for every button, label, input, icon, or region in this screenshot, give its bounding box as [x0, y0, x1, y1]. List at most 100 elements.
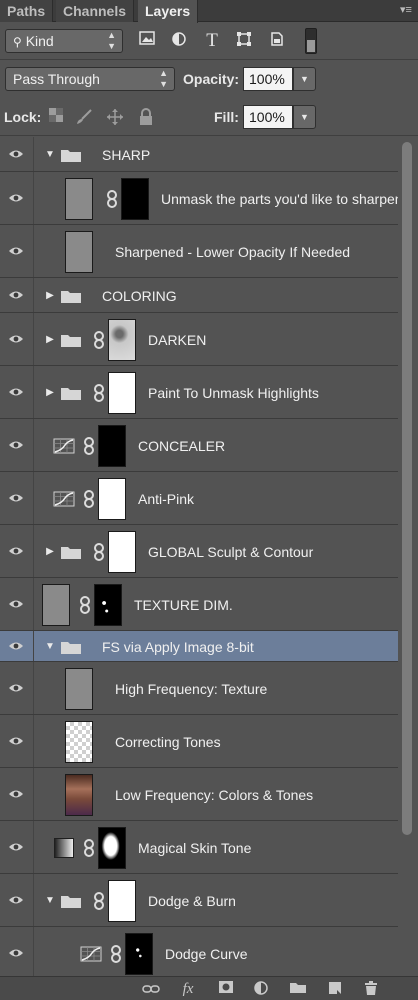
layer-group-row[interactable]: ▶ GLOBAL Sculpt & Contour: [0, 525, 398, 578]
layer-name[interactable]: SHARP: [102, 147, 150, 163]
layer-name[interactable]: Paint To Unmask Highlights: [148, 385, 319, 401]
type-layer-filter-icon[interactable]: T: [201, 31, 223, 51]
layer-mask-thumbnail[interactable]: [98, 424, 126, 467]
chain-link-icon[interactable]: [110, 944, 122, 963]
eye-icon[interactable]: [0, 631, 34, 661]
new-layer-icon[interactable]: [325, 980, 345, 998]
opacity-dropdown-button[interactable]: ▼: [293, 67, 316, 91]
eye-icon[interactable]: [0, 578, 34, 630]
opacity-input[interactable]: 100%: [243, 67, 293, 91]
expand-triangle-icon[interactable]: ▶: [44, 290, 56, 302]
add-mask-icon[interactable]: [216, 980, 236, 998]
expand-triangle-icon[interactable]: ▶: [44, 546, 56, 558]
chain-link-icon[interactable]: [83, 838, 95, 857]
layer-row[interactable]: TEXTURE DIM.: [0, 578, 398, 631]
layer-thumbnail[interactable]: [65, 230, 93, 273]
layer-thumbnail[interactable]: [65, 720, 93, 763]
chain-link-icon[interactable]: [79, 595, 91, 614]
layer-name[interactable]: Anti-Pink: [138, 491, 194, 507]
eye-icon[interactable]: [0, 874, 34, 926]
layer-name[interactable]: Dodge & Burn: [148, 893, 236, 909]
eye-icon[interactable]: [0, 472, 34, 524]
chain-link-icon[interactable]: [83, 489, 95, 508]
layer-row[interactable]: Correcting Tones: [0, 715, 398, 768]
chain-link-icon[interactable]: [93, 542, 105, 561]
fill-dropdown-button[interactable]: ▼: [293, 105, 316, 129]
layer-name[interactable]: Low Frequency: Colors & Tones: [115, 787, 313, 803]
layer-row[interactable]: Sharpened - Lower Opacity If Needed: [0, 225, 398, 278]
adjustment-layer-filter-icon[interactable]: [168, 31, 190, 51]
layer-row[interactable]: Unmask the parts you'd like to sharpen: [0, 172, 398, 225]
layer-group-row[interactable]: ▶ Paint To Unmask Highlights: [0, 366, 398, 419]
eye-icon[interactable]: [0, 768, 34, 820]
eye-icon[interactable]: [0, 715, 34, 767]
layer-mask-thumbnail[interactable]: [98, 477, 126, 520]
smart-object-filter-icon[interactable]: [266, 31, 288, 51]
eye-icon[interactable]: [0, 172, 34, 224]
lock-pixels-brush-icon[interactable]: [75, 108, 93, 126]
eye-icon[interactable]: [0, 225, 34, 277]
layers-scrollbar-thumb[interactable]: [402, 142, 412, 835]
layer-thumbnail[interactable]: [65, 773, 93, 816]
eye-icon[interactable]: [0, 137, 34, 171]
eye-icon[interactable]: [0, 366, 34, 418]
link-layers-icon[interactable]: [141, 980, 161, 998]
layer-row[interactable]: Magical Skin Tone: [0, 821, 398, 874]
layer-mask-thumbnail[interactable]: [108, 530, 136, 573]
layer-name[interactable]: FS via Apply Image 8-bit: [102, 639, 254, 655]
layer-name[interactable]: High Frequency: Texture: [115, 681, 267, 697]
chain-link-icon[interactable]: [93, 383, 105, 402]
layer-mask-thumbnail[interactable]: [94, 583, 122, 626]
layer-row[interactable]: Low Frequency: Colors & Tones: [0, 768, 398, 821]
layer-group-row[interactable]: ▶ COLORING: [0, 278, 398, 313]
expand-triangle-icon[interactable]: ▶: [44, 334, 56, 346]
eye-icon[interactable]: [0, 419, 34, 471]
layer-name[interactable]: DARKEN: [148, 332, 206, 348]
layer-name[interactable]: Magical Skin Tone: [138, 840, 251, 856]
chain-link-icon[interactable]: [93, 330, 105, 349]
layer-name[interactable]: Correcting Tones: [115, 734, 221, 750]
collapse-triangle-icon[interactable]: ▼: [44, 895, 56, 907]
eye-icon[interactable]: [0, 525, 34, 577]
filter-toggle-switch[interactable]: [305, 28, 317, 54]
lock-all-padlock-icon[interactable]: [137, 108, 155, 126]
shape-layer-filter-icon[interactable]: [233, 31, 255, 51]
layer-thumbnail[interactable]: [65, 667, 93, 710]
eye-icon[interactable]: [0, 662, 34, 714]
lock-position-move-icon[interactable]: [106, 108, 124, 126]
layer-name[interactable]: Sharpened - Lower Opacity If Needed: [115, 244, 350, 260]
new-group-folder-icon[interactable]: [288, 980, 308, 998]
layer-mask-thumbnail[interactable]: [121, 177, 149, 220]
eye-icon[interactable]: [0, 821, 34, 873]
layer-row[interactable]: High Frequency: Texture: [0, 662, 398, 715]
fill-input[interactable]: 100%: [243, 105, 293, 129]
collapse-triangle-icon[interactable]: ▼: [44, 149, 56, 161]
layer-name[interactable]: Unmask the parts you'd like to sharpen: [161, 191, 398, 207]
layer-thumbnail[interactable]: [42, 583, 70, 626]
expand-triangle-icon[interactable]: ▶: [44, 387, 56, 399]
chain-link-icon[interactable]: [93, 891, 105, 910]
layer-name[interactable]: GLOBAL Sculpt & Contour: [148, 544, 313, 560]
new-adjustment-layer-icon[interactable]: [251, 980, 271, 998]
layer-row[interactable]: CONCEALER: [0, 419, 398, 472]
tab-layers[interactable]: Layers: [138, 0, 199, 23]
layer-group-row[interactable]: ▶ DARKEN: [0, 313, 398, 366]
layer-mask-thumbnail[interactable]: [98, 826, 126, 869]
chain-link-icon[interactable]: [83, 436, 95, 455]
layer-mask-thumbnail[interactable]: [125, 932, 153, 975]
pixel-layer-filter-icon[interactable]: [136, 31, 158, 51]
blend-mode-select[interactable]: Pass Through ▲ ▼: [5, 67, 175, 91]
layer-name[interactable]: Dodge Curve: [165, 946, 248, 962]
tab-channels[interactable]: Channels: [56, 0, 135, 22]
layer-style-fx-icon[interactable]: fx: [178, 980, 198, 998]
layer-row[interactable]: Anti-Pink: [0, 472, 398, 525]
layer-mask-thumbnail[interactable]: [108, 318, 136, 361]
collapse-triangle-icon[interactable]: ▼: [44, 641, 56, 653]
panel-menu-icon[interactable]: ▾≡: [399, 4, 413, 16]
delete-layer-trash-icon[interactable]: [361, 980, 381, 998]
layer-mask-thumbnail[interactable]: [108, 371, 136, 414]
eye-icon[interactable]: [0, 313, 34, 365]
lock-transparency-icon[interactable]: [47, 108, 65, 126]
layer-thumbnail[interactable]: [65, 177, 93, 220]
layer-name[interactable]: CONCEALER: [138, 438, 225, 454]
